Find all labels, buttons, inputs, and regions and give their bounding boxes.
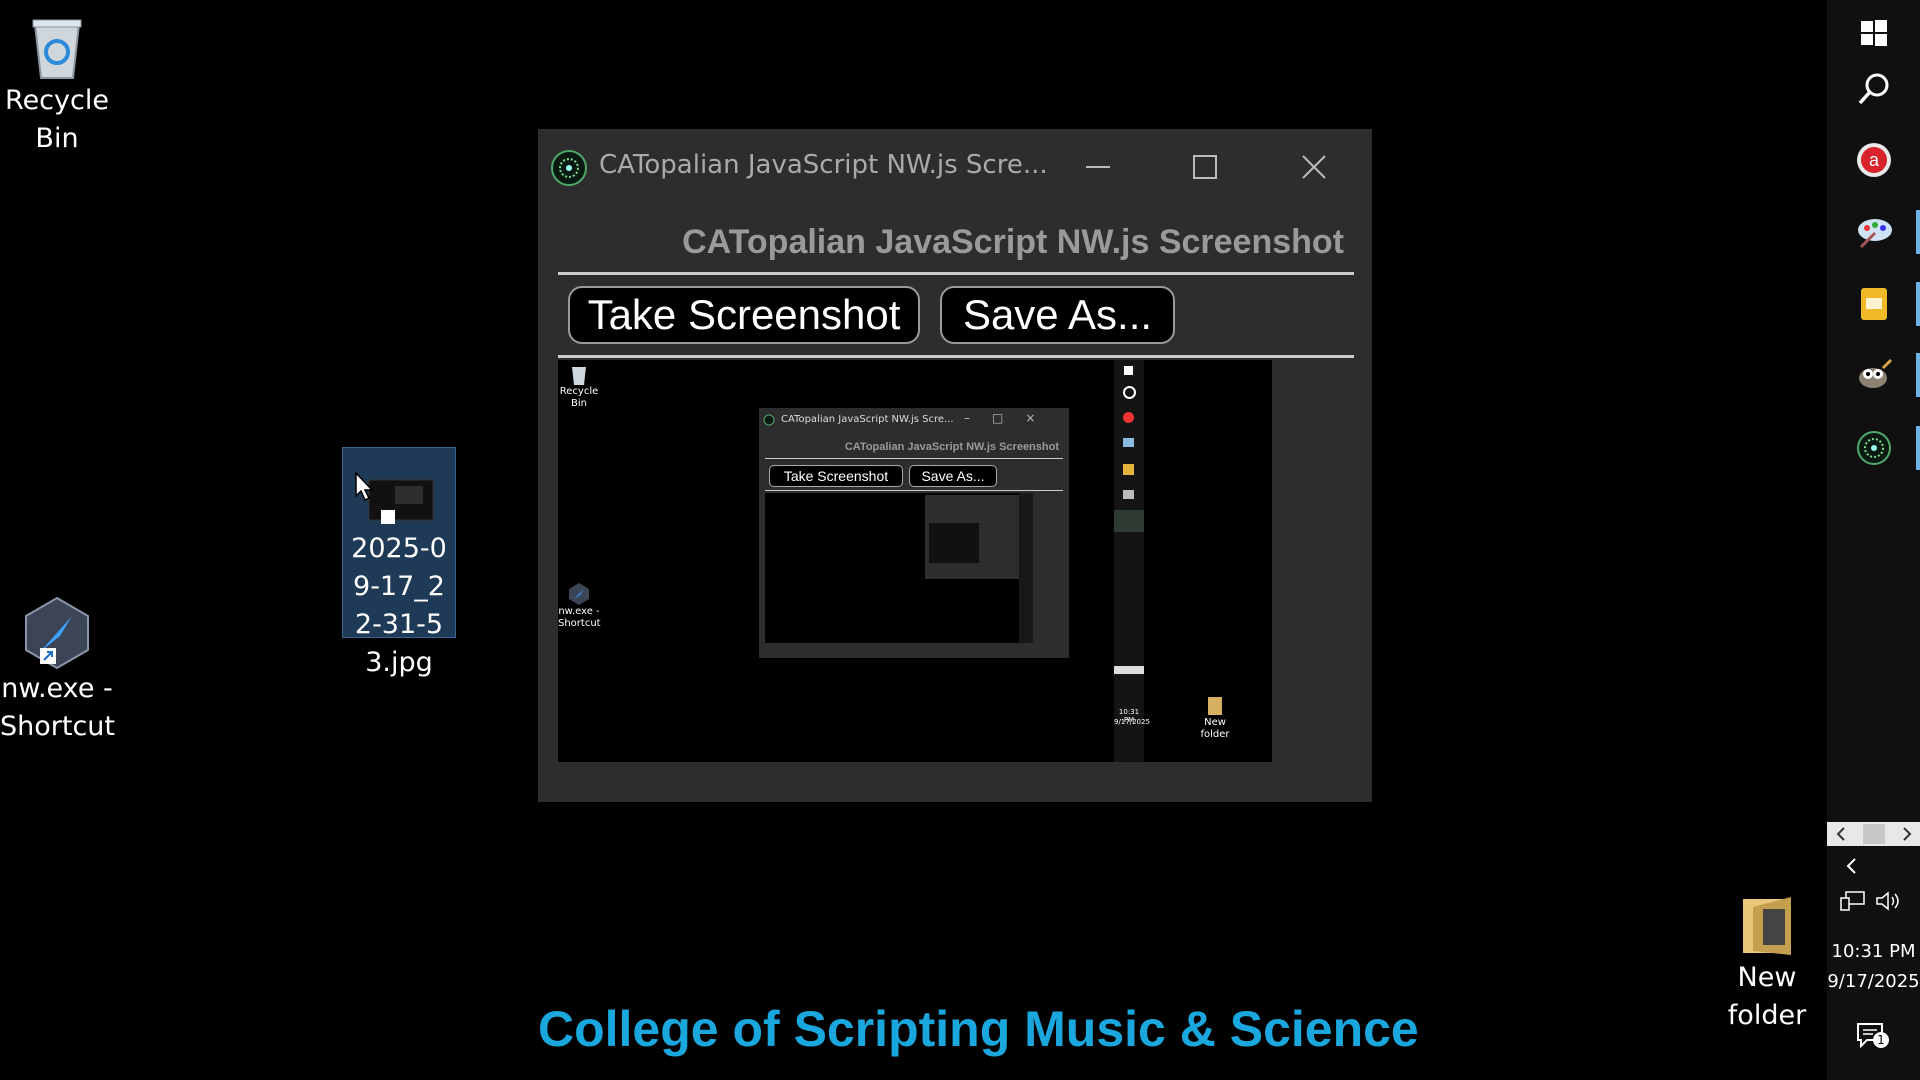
slides-icon bbox=[1860, 288, 1887, 320]
search-button[interactable] bbox=[1827, 56, 1920, 122]
taskbar-clock[interactable]: 10:31 PM 9/17/2025 bbox=[1827, 937, 1920, 997]
close-icon bbox=[1302, 155, 1326, 179]
preview-take-screenshot: Take Screenshot bbox=[769, 465, 903, 487]
preview-taskbar: 10:31 PM 9/17/2025 bbox=[1114, 360, 1150, 762]
running-indicator bbox=[1916, 426, 1920, 470]
maximize-icon bbox=[1193, 155, 1217, 179]
header-divider bbox=[558, 272, 1354, 275]
scroll-right-icon bbox=[1903, 827, 1912, 841]
running-indicator bbox=[1916, 353, 1920, 397]
show-hidden-icons-icon[interactable] bbox=[1842, 856, 1862, 876]
windows-icon bbox=[1860, 20, 1887, 46]
acrobat-icon: a bbox=[1856, 143, 1891, 177]
maximize-button[interactable] bbox=[1182, 147, 1228, 187]
gimp-icon bbox=[1858, 358, 1892, 388]
folder-icon bbox=[1743, 897, 1791, 955]
taskbar-app-paint[interactable] bbox=[1827, 199, 1920, 265]
taskbar-app-slides[interactable] bbox=[1827, 271, 1920, 337]
scroll-thumb[interactable] bbox=[1863, 824, 1885, 844]
nwjs-icon bbox=[25, 596, 89, 670]
search-icon bbox=[1858, 73, 1888, 105]
preview-newfolder-label: New folder bbox=[1200, 717, 1230, 740]
taskbar: a bbox=[1827, 0, 1920, 1080]
save-as-button[interactable]: Save As... bbox=[940, 286, 1175, 344]
network-icon[interactable] bbox=[1840, 890, 1866, 912]
buttons-divider bbox=[558, 355, 1354, 358]
preview-nw-label: nw.exe - Shortcut bbox=[558, 606, 601, 629]
scroll-left-icon bbox=[1836, 827, 1845, 841]
window-title: CATopalian JavaScript NW.js Scre... bbox=[599, 150, 1048, 180]
svg-text:a: a bbox=[1868, 150, 1879, 170]
action-center-button[interactable]: 1 bbox=[1855, 1020, 1895, 1060]
running-indicator bbox=[1916, 282, 1920, 326]
volume-icon[interactable] bbox=[1875, 890, 1903, 912]
taskbar-scroll-control[interactable] bbox=[1827, 822, 1920, 846]
nw-shortcut-label: nw.exe - Shortcut bbox=[0, 673, 116, 742]
preview-nested-screenshot bbox=[765, 493, 1033, 643]
taskbar-app-nwjs[interactable] bbox=[1827, 415, 1920, 481]
minimize-button[interactable] bbox=[1075, 147, 1121, 187]
nwjs-app-icon bbox=[1856, 431, 1891, 465]
clock-time: 10:31 PM bbox=[1831, 941, 1916, 962]
paint-icon bbox=[1857, 219, 1892, 249]
preview-window-header: CATopalian JavaScript NW.js Screenshot bbox=[844, 441, 1059, 453]
running-indicator bbox=[1916, 210, 1920, 254]
preview-window: CATopalian JavaScript NW.js Scre... –□× … bbox=[759, 408, 1069, 658]
window-titlebar[interactable]: CATopalian JavaScript NW.js Scre... bbox=[538, 129, 1372, 207]
notification-count-badge: 1 bbox=[1873, 1032, 1889, 1048]
recycle-bin-icon bbox=[32, 19, 82, 79]
preview-save-as: Save As... bbox=[909, 465, 997, 487]
recycle-bin-label: Recycle Bin bbox=[5, 85, 109, 154]
app-logo-icon bbox=[551, 150, 587, 186]
preview-recycle-icon: Recycle Bin bbox=[558, 364, 600, 410]
screenshot-file-label: 2025-09-17_22-31-53.jpg bbox=[351, 533, 447, 678]
new-folder-label: New folder bbox=[1727, 962, 1807, 1031]
clock-date: 9/17/2025 bbox=[1827, 971, 1920, 992]
desktop-icon-recycle-bin[interactable]: Recycle Bin bbox=[0, 8, 114, 158]
preview-newfolder-icon: New folder bbox=[1198, 695, 1232, 741]
close-button[interactable] bbox=[1291, 147, 1337, 187]
footer-banner: College of Scripting Music & Science bbox=[538, 1001, 1419, 1057]
take-screenshot-button[interactable]: Take Screenshot bbox=[568, 286, 920, 344]
preview-window-title: CATopalian JavaScript NW.js Scre... bbox=[781, 414, 954, 425]
preview-nw-icon: nw.exe - Shortcut bbox=[558, 582, 601, 630]
app-window: CATopalian JavaScript NW.js Scre... CATo… bbox=[538, 129, 1372, 802]
preview-date: 9/17/2025 bbox=[1114, 718, 1150, 726]
desktop-icon-nw-shortcut[interactable]: nw.exe - Shortcut bbox=[0, 596, 116, 746]
mouse-cursor-icon bbox=[355, 472, 374, 502]
preview-recycle-label: Recycle Bin bbox=[559, 386, 599, 409]
preview-window-controls: –□× bbox=[964, 411, 1058, 425]
app-header-title: CATopalian JavaScript NW.js Screenshot bbox=[682, 223, 1344, 261]
screenshot-preview: Recycle Bin nw.exe - Shortcut New folder… bbox=[558, 360, 1272, 762]
desktop-icon-new-folder[interactable]: New folder bbox=[1710, 893, 1824, 1035]
minimize-icon bbox=[1086, 166, 1110, 168]
taskbar-app-acrobat[interactable]: a bbox=[1827, 127, 1920, 193]
taskbar-app-gimp[interactable] bbox=[1827, 342, 1920, 408]
